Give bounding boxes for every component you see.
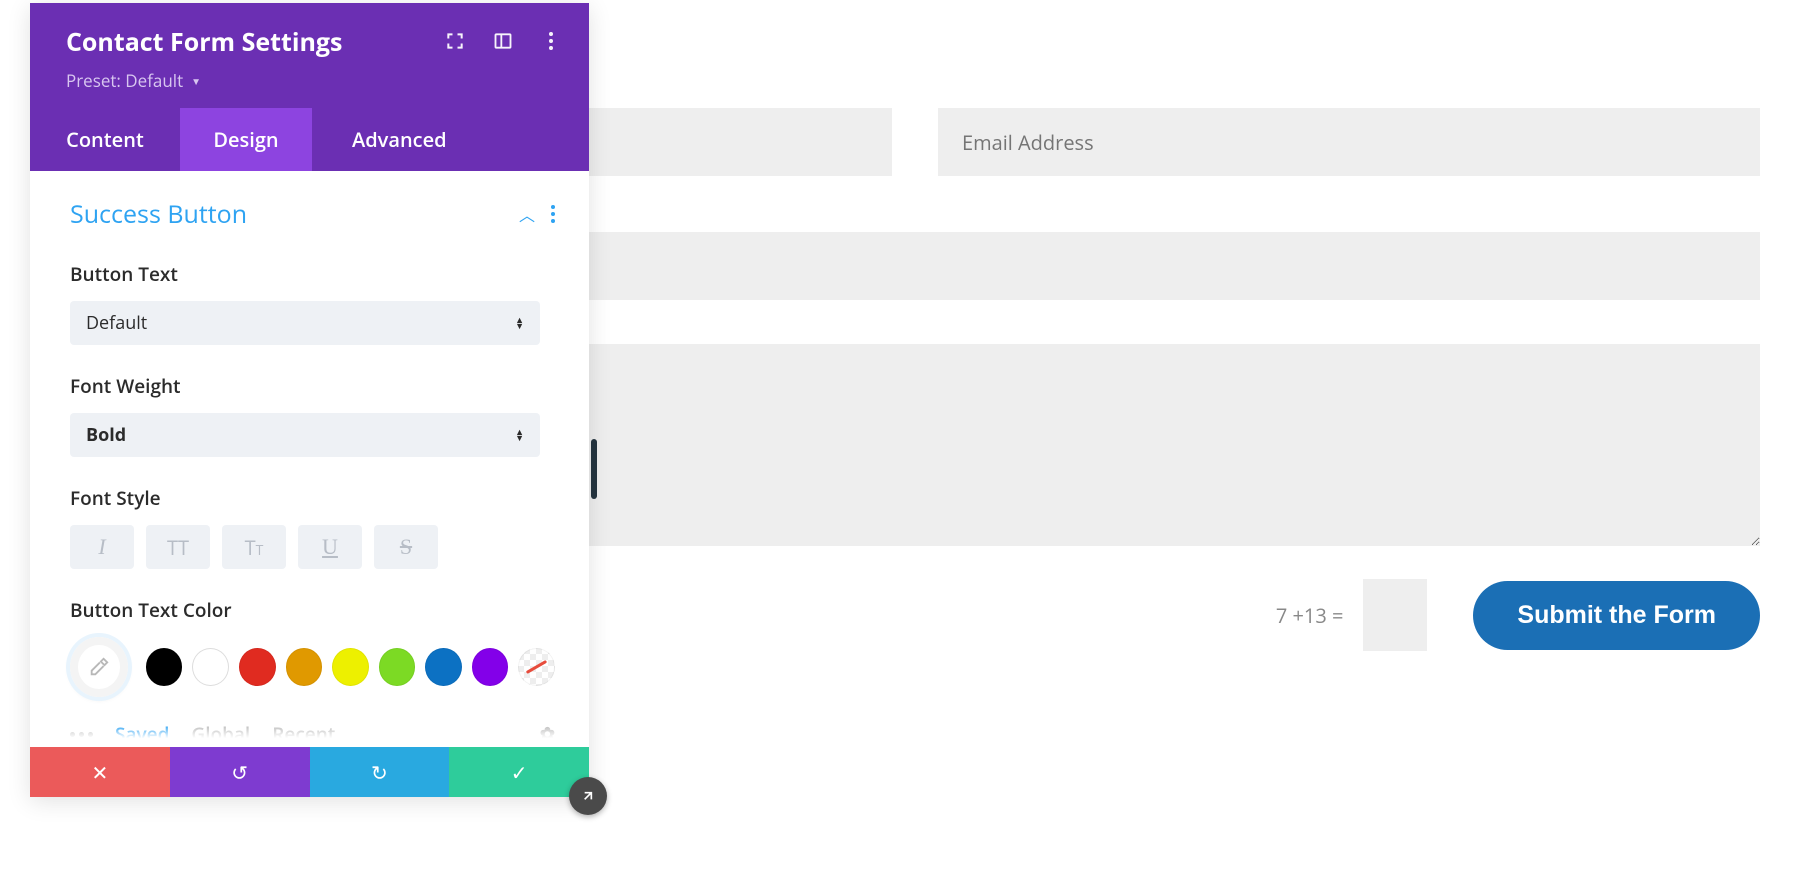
font-weight-select[interactable]: Bold ▲▼ (70, 413, 540, 457)
modal-tabs: Content Design Advanced (30, 108, 589, 171)
select-sort-icon: ▲▼ (515, 317, 524, 329)
swatch-yellow[interactable] (332, 648, 369, 686)
modal-title: Contact Form Settings (66, 25, 342, 59)
settings-modal: Contact Form Settings Preset: Default ▼ … (30, 3, 589, 797)
caret-down-icon: ▼ (191, 74, 201, 88)
tab-advanced[interactable]: Advanced (312, 108, 589, 171)
captcha-input[interactable] (1363, 579, 1427, 651)
scrollbar-thumb[interactable] (591, 439, 597, 499)
underline-button[interactable]: U (298, 525, 362, 569)
fullscreen-icon[interactable] (445, 31, 465, 51)
palette-tab-global[interactable]: Global (191, 721, 250, 747)
swatch-green[interactable] (379, 648, 416, 686)
swatch-black[interactable] (146, 648, 183, 686)
tab-content[interactable]: Content (30, 108, 180, 171)
more-icon[interactable] (541, 31, 561, 51)
undo-button[interactable]: ↺ (170, 747, 310, 797)
button-text-select[interactable]: Default ▲▼ (70, 301, 540, 345)
resize-handle[interactable] (569, 777, 607, 815)
check-icon: ✓ (511, 759, 528, 786)
section-more-icon[interactable] (551, 205, 555, 223)
cancel-button[interactable]: ✕ (30, 747, 170, 797)
swatch-transparent[interactable] (518, 648, 555, 686)
button-text-value: Default (86, 311, 147, 335)
modal-body: Success Button ︿ Button Text Default ▲▼ … (30, 171, 589, 747)
palette-tab-recent[interactable]: Recent (272, 721, 335, 747)
strikethrough-button[interactable]: S (374, 525, 438, 569)
select-sort-icon: ▲▼ (515, 429, 524, 441)
panel-layout-icon[interactable] (493, 31, 513, 51)
palette-tab-saved[interactable]: Saved (115, 721, 169, 747)
font-style-label: Font Style (70, 485, 555, 511)
italic-button[interactable]: I (70, 525, 134, 569)
captcha-question: 7 +13 = (1276, 602, 1344, 629)
undo-icon: ↺ (231, 759, 248, 786)
smallcaps-button[interactable]: TT (222, 525, 286, 569)
swatch-orange[interactable] (286, 648, 323, 686)
collapse-icon[interactable]: ︿ (519, 202, 535, 226)
redo-button[interactable]: ↻ (310, 747, 450, 797)
submit-button[interactable]: Submit the Form (1473, 581, 1760, 650)
section-title[interactable]: Success Button (70, 197, 247, 231)
button-text-label: Button Text (70, 261, 555, 287)
save-button[interactable]: ✓ (449, 747, 589, 797)
swatch-red[interactable] (239, 648, 276, 686)
modal-footer: ✕ ↺ ↻ ✓ (30, 747, 589, 797)
modal-header: Contact Form Settings Preset: Default ▼ (30, 3, 589, 108)
palette-settings-icon[interactable]: ✿ (540, 722, 555, 746)
swatch-white[interactable] (192, 648, 229, 686)
redo-icon: ↻ (371, 759, 388, 786)
tab-design[interactable]: Design (180, 108, 312, 171)
eyedropper-button[interactable] (70, 637, 128, 697)
palette-tabs: Saved Global Recent ✿ (70, 721, 555, 747)
palette-more-icon[interactable] (70, 732, 93, 737)
uppercase-button[interactable]: TT (146, 525, 210, 569)
swatch-purple[interactable] (472, 648, 509, 686)
email-field[interactable] (938, 108, 1760, 176)
font-weight-label: Font Weight (70, 373, 555, 399)
color-swatch-row (70, 637, 555, 697)
preset-label: Preset: Default (66, 69, 183, 92)
button-text-color-label: Button Text Color (70, 597, 555, 623)
font-weight-value: Bold (86, 423, 126, 447)
preset-selector[interactable]: Preset: Default ▼ (66, 69, 342, 92)
close-icon: ✕ (91, 759, 108, 786)
swatch-blue[interactable] (425, 648, 462, 686)
